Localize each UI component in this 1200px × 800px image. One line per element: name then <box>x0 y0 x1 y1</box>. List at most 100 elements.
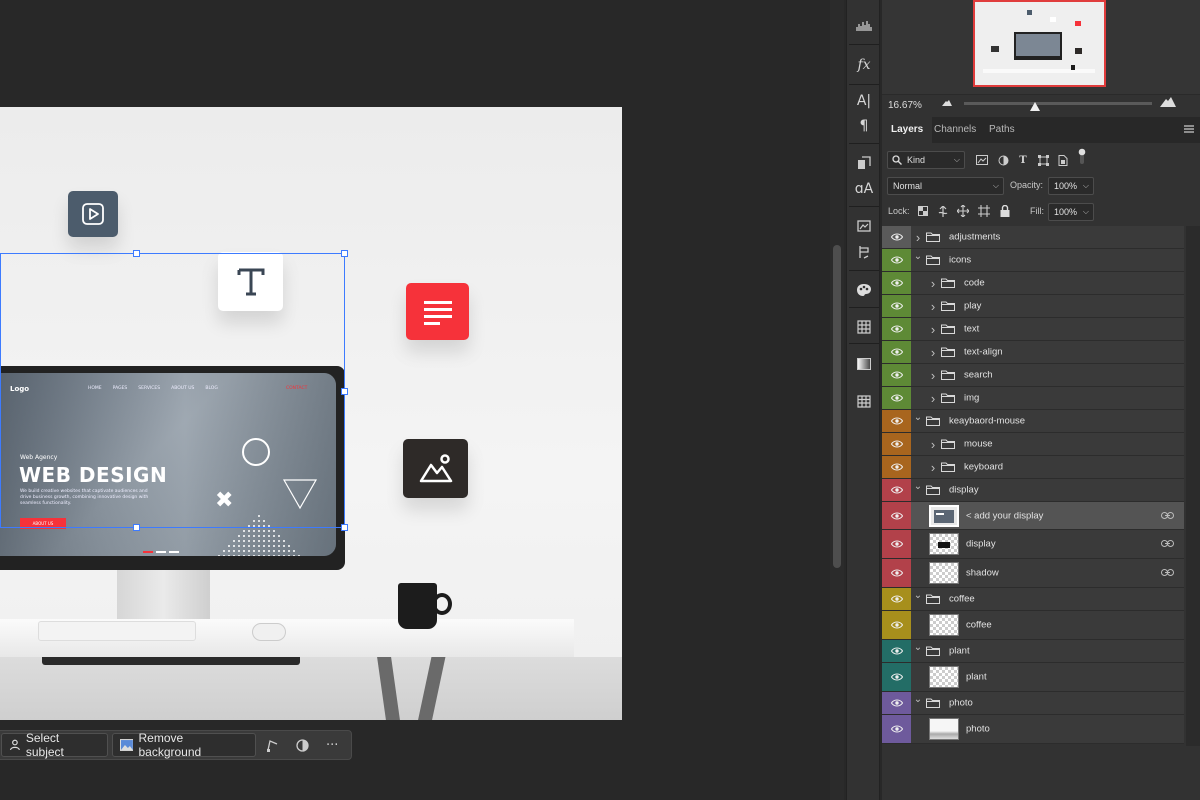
layer-row[interactable]: shadow <box>882 559 1184 588</box>
zoom-in-icon[interactable] <box>1160 97 1176 107</box>
layer-row[interactable]: ⌄ plant <box>882 640 1184 663</box>
chevron-down-icon[interactable]: ⌄ <box>912 636 924 658</box>
color-palette-icon[interactable] <box>852 279 876 301</box>
layers-scrollbar[interactable] <box>1186 226 1200 746</box>
chevron-right-icon[interactable]: › <box>927 295 939 317</box>
visibility-eye-icon[interactable] <box>882 640 911 662</box>
filter-type-icon[interactable]: T <box>1016 153 1030 167</box>
glyphs-icon[interactable]: ɑA <box>852 178 876 200</box>
filter-smart-object-icon[interactable] <box>1056 153 1070 167</box>
visibility-eye-icon[interactable] <box>882 341 911 363</box>
filter-pixel-icon[interactable] <box>975 153 989 167</box>
table-icon[interactable] <box>852 390 876 412</box>
chevron-right-icon[interactable]: › <box>927 341 939 363</box>
document-canvas[interactable]: Logo HOME PAGES SERVICES ABOUT US BLOG C… <box>0 107 622 720</box>
visibility-eye-icon[interactable] <box>882 318 911 340</box>
chevron-right-icon[interactable]: › <box>927 318 939 340</box>
layer-row[interactable]: › adjustments <box>882 226 1184 249</box>
canvas-vertical-scrollbar[interactable] <box>830 0 844 800</box>
layer-row[interactable]: › play <box>882 295 1184 318</box>
visibility-eye-icon[interactable] <box>882 387 911 409</box>
visibility-eye-icon[interactable] <box>882 226 911 248</box>
libraries-icon[interactable] <box>852 214 876 236</box>
adjustment-icon[interactable] <box>290 733 316 757</box>
visibility-eye-icon[interactable] <box>882 692 911 714</box>
chevron-right-icon[interactable]: › <box>927 433 939 455</box>
transform-icon[interactable] <box>260 733 286 757</box>
layer-row[interactable]: coffee <box>882 611 1184 640</box>
zoom-out-icon[interactable] <box>942 100 952 106</box>
layer-row[interactable]: display <box>882 530 1184 559</box>
visibility-eye-icon[interactable] <box>882 559 911 587</box>
tab-channels[interactable]: Channels <box>925 117 985 143</box>
visibility-eye-icon[interactable] <box>882 410 911 432</box>
layer-row[interactable]: ⌄ keaybaord-mouse <box>882 410 1184 433</box>
lock-position-icon[interactable] <box>956 204 970 218</box>
opacity-field[interactable]: 100% ⌵ <box>1048 177 1094 195</box>
lock-image-icon[interactable] <box>936 204 950 218</box>
layer-row[interactable]: › text-align <box>882 341 1184 364</box>
layer-row[interactable]: › search <box>882 364 1184 387</box>
remove-background-button[interactable]: Remove background <box>111 731 256 759</box>
visibility-eye-icon[interactable] <box>882 588 911 610</box>
layer-row[interactable]: ⌄ photo <box>882 692 1184 715</box>
chevron-down-icon[interactable]: ⌄ <box>912 245 924 267</box>
fill-field[interactable]: 100% ⌵ <box>1048 203 1094 221</box>
chevron-right-icon[interactable]: › <box>927 364 939 386</box>
layer-row[interactable]: ⌄ icons <box>882 249 1184 272</box>
visibility-eye-icon[interactable] <box>882 272 911 294</box>
visibility-eye-icon[interactable] <box>882 295 911 317</box>
visibility-eye-icon[interactable] <box>882 715 911 743</box>
scrollbar-thumb[interactable] <box>833 245 841 568</box>
visibility-eye-icon[interactable] <box>882 479 911 501</box>
histogram-icon[interactable] <box>852 14 876 36</box>
select-subject-button[interactable]: Select subject <box>1 731 108 759</box>
chevron-down-icon[interactable]: ⌄ <box>912 475 924 497</box>
lock-transparent-icon[interactable] <box>916 204 930 218</box>
blend-mode-dropdown[interactable]: Normal ⌵ <box>887 177 1004 195</box>
character-icon[interactable]: A| <box>852 90 876 112</box>
layer-row[interactable]: ⌄ display <box>882 479 1184 502</box>
layer-row[interactable]: › mouse <box>882 433 1184 456</box>
visibility-eye-icon[interactable] <box>882 530 911 558</box>
chevron-down-icon[interactable]: ⌄ <box>912 406 924 428</box>
canvas-area[interactable]: Logo HOME PAGES SERVICES ABOUT US BLOG C… <box>0 0 830 800</box>
layer-row[interactable]: › keyboard <box>882 456 1184 479</box>
lock-all-icon[interactable] <box>998 204 1012 218</box>
history-icon[interactable] <box>852 241 876 263</box>
layer-row[interactable]: › text <box>882 318 1184 341</box>
zoom-value[interactable]: 16.67% <box>888 100 922 111</box>
visibility-eye-icon[interactable] <box>882 663 911 691</box>
more-options-button[interactable]: ··· <box>319 733 345 757</box>
visibility-eye-icon[interactable] <box>882 456 911 478</box>
layer-row[interactable]: plant <box>882 663 1184 692</box>
visibility-eye-icon[interactable] <box>882 502 911 529</box>
layer-row[interactable]: › code <box>882 272 1184 295</box>
chevron-right-icon[interactable]: › <box>927 272 939 294</box>
panel-menu-icon[interactable] <box>1184 124 1194 134</box>
chevron-down-icon[interactable]: ⌄ <box>912 688 924 710</box>
visibility-eye-icon[interactable] <box>882 611 911 639</box>
swatches-grid-icon[interactable] <box>852 316 876 338</box>
filter-adjustment-icon[interactable] <box>996 153 1010 167</box>
visibility-eye-icon[interactable] <box>882 249 911 271</box>
fx-styles-icon[interactable]: fx <box>852 54 876 76</box>
chevron-down-icon[interactable]: ⌄ <box>912 584 924 606</box>
filter-shape-icon[interactable] <box>1036 153 1050 167</box>
filter-kind-dropdown[interactable]: Kind ⌵ <box>887 151 965 169</box>
clone-source-icon[interactable] <box>852 152 876 174</box>
filter-toggle-icon[interactable] <box>1075 148 1089 164</box>
zoom-slider[interactable] <box>964 102 1152 105</box>
tab-paths[interactable]: Paths <box>980 117 1024 143</box>
layer-row[interactable]: < add your display <box>882 502 1184 530</box>
layer-row[interactable]: › img <box>882 387 1184 410</box>
visibility-eye-icon[interactable] <box>882 364 911 386</box>
zoom-slider-knob[interactable] <box>1030 102 1041 111</box>
paragraph-icon[interactable]: ¶ <box>852 115 876 137</box>
navigator-thumbnail[interactable] <box>973 0 1106 87</box>
layer-row[interactable]: ⌄ coffee <box>882 588 1184 611</box>
layer-row[interactable]: photo <box>882 715 1184 744</box>
visibility-eye-icon[interactable] <box>882 433 911 455</box>
gradients-icon[interactable] <box>852 353 876 375</box>
chevron-right-icon[interactable]: › <box>927 456 939 478</box>
